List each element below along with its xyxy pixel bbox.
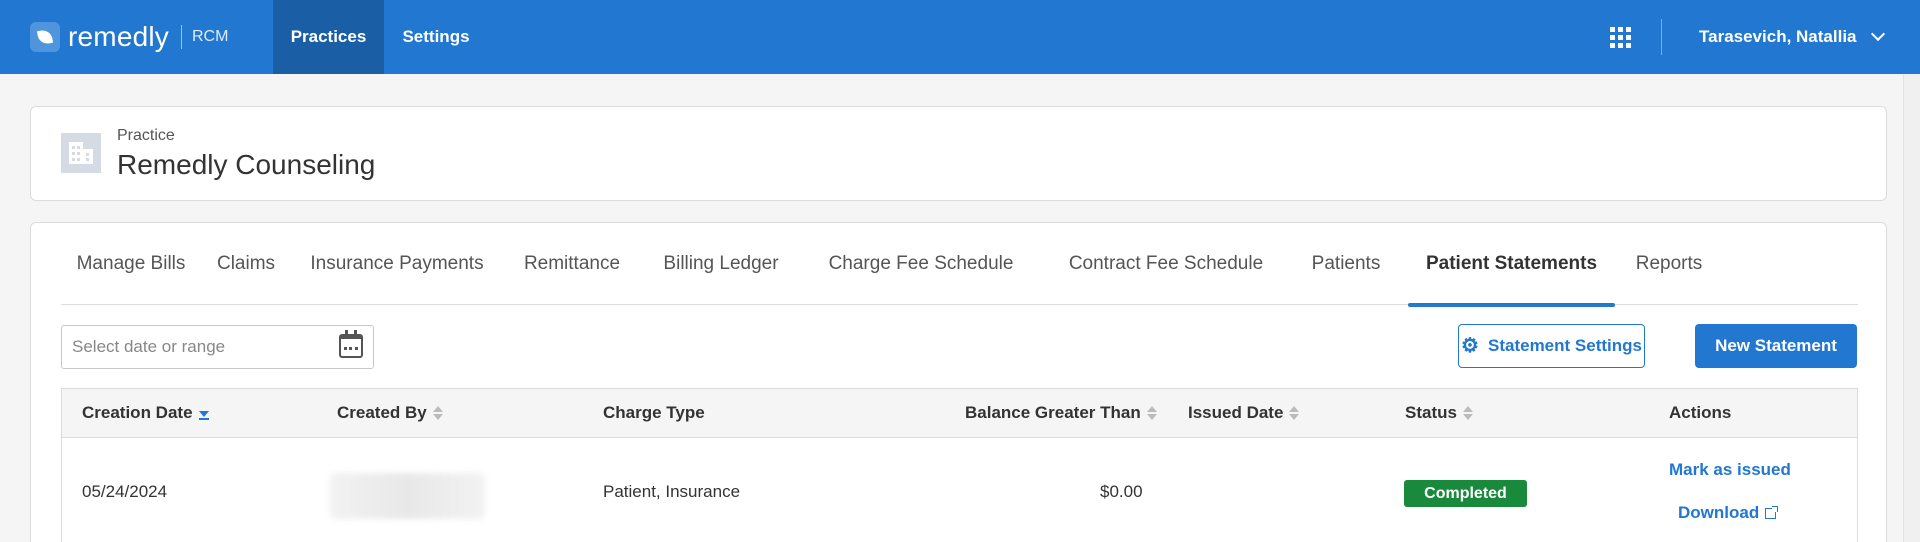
building-icon [61, 133, 101, 173]
practice-name: Remedly Counseling [117, 149, 376, 180]
statement-settings-button[interactable]: ⚙ Statement Settings [1458, 324, 1645, 368]
col-creation-date[interactable]: Creation Date [82, 389, 209, 437]
sort-icon [1462, 405, 1473, 421]
sort-icon [1146, 405, 1157, 421]
remedly-logo[interactable]: remedly RCM [30, 20, 228, 54]
new-statement-button[interactable]: New Statement [1695, 324, 1857, 368]
user-menu[interactable]: Tarasevich, Natallia [1699, 0, 1885, 74]
external-link-icon [1765, 506, 1779, 519]
patient-statements-card: Manage Bills Claims Insurance Payments R… [30, 222, 1887, 542]
col-issued-date[interactable]: Issued Date [1188, 389, 1300, 437]
col-created-by[interactable]: Created By [337, 389, 443, 437]
leaf-icon [30, 22, 60, 52]
col-charge-type: Charge Type [603, 403, 705, 422]
tab-billing-ledger[interactable]: Billing Ledger [641, 223, 801, 305]
logo-word: remedly [68, 21, 169, 52]
sort-icon [1289, 405, 1300, 421]
tab-claims[interactable]: Claims [201, 223, 291, 305]
tab-manage-bills[interactable]: Manage Bills [61, 223, 201, 305]
user-name: Tarasevich, Natallia [1699, 27, 1857, 46]
practice-tabs: Manage Bills Claims Insurance Payments R… [61, 223, 1858, 307]
cell-balance: $0.00 [1100, 482, 1143, 501]
statement-settings-label: Statement Settings [1488, 336, 1642, 355]
tab-contract-fee-schedule[interactable]: Contract Fee Schedule [1041, 223, 1291, 305]
nav-settings[interactable]: Settings [384, 0, 488, 74]
page-scrollbar[interactable] [1903, 74, 1920, 542]
topbar-divider [1661, 19, 1662, 55]
sort-desc-icon [198, 405, 209, 421]
statements-table: Creation Date Created By Charge Type Bal… [61, 388, 1858, 542]
tab-remittance[interactable]: Remittance [503, 223, 641, 305]
cell-creation-date: 05/24/2024 [82, 482, 168, 501]
top-navbar: remedly RCM Practices Settings Tarasevic… [0, 0, 1920, 74]
tab-patient-statements[interactable]: Patient Statements [1408, 223, 1615, 307]
practice-header-card: Practice Remedly Counseling [30, 106, 1887, 201]
col-actions: Actions [1669, 403, 1732, 422]
tab-reports[interactable]: Reports [1615, 223, 1723, 305]
logo-subtitle: RCM [192, 28, 229, 45]
sort-icon [432, 405, 443, 421]
col-balance-greater-than[interactable]: Balance Greater Than [965, 389, 1157, 437]
mark-as-issued-link[interactable]: Mark as issued [1669, 460, 1791, 480]
date-range-input[interactable]: Select date or range [61, 325, 374, 369]
cell-charge-type: Patient, Insurance [603, 482, 741, 501]
redacted-created-by [330, 473, 485, 519]
gear-icon: ⚙ [1461, 335, 1479, 357]
calendar-icon[interactable] [339, 330, 363, 358]
logo-separator [181, 25, 182, 49]
download-link[interactable]: Download [1678, 503, 1779, 523]
nav-practices[interactable]: Practices [273, 0, 384, 74]
table-header: Creation Date Created By Charge Type Bal… [61, 388, 1858, 438]
tab-patients[interactable]: Patients [1291, 223, 1401, 305]
apps-grid-icon[interactable] [1610, 27, 1631, 48]
col-status[interactable]: Status [1405, 389, 1473, 437]
table-row: 05/24/2024 Patient, Insurance $0.00 Comp… [61, 438, 1858, 542]
tab-insurance-payments[interactable]: Insurance Payments [291, 223, 503, 305]
status-badge: Completed [1404, 480, 1527, 507]
chevron-down-icon [1870, 26, 1885, 42]
tab-charge-fee-schedule[interactable]: Charge Fee Schedule [801, 223, 1041, 305]
practice-label: Practice [117, 127, 175, 144]
